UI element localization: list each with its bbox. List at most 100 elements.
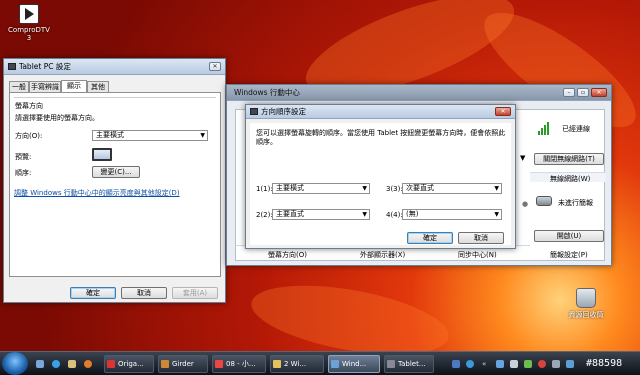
tab-panel: 螢幕方向 請選擇要使用的螢幕方向。 方向(O): 主要橫式 ▼ 預覽: 順序: … — [9, 92, 221, 277]
app-shortcut-icon — [19, 4, 39, 24]
desktop-icon-label: 資源回收筒 — [568, 311, 604, 319]
tray-icon-chevron[interactable]: « — [482, 360, 490, 368]
quick-launch-media-icon[interactable] — [84, 360, 92, 368]
tray-icon-language[interactable] — [452, 360, 460, 368]
taskbar-item-windows-mobility[interactable]: Wind... — [328, 355, 380, 373]
wireless-toggle-button[interactable]: 關閉無線網路(T) — [534, 153, 604, 165]
wireless-label: 無線網路(W) — [550, 175, 591, 183]
taskbar-item-folders[interactable]: 2 Wi... — [270, 355, 324, 373]
slot-4-select[interactable]: (無) ▼ — [402, 209, 502, 220]
taskbar-item-label: 08 - 小... — [226, 360, 256, 368]
taskbar-item-label: Girder — [172, 360, 194, 368]
maximize-icon[interactable]: ▫ — [577, 88, 589, 97]
tray-icon-sync[interactable] — [566, 360, 574, 368]
quick-launch-desktop-icon[interactable] — [36, 360, 44, 368]
tray-icon-volume[interactable] — [510, 360, 518, 368]
chevron-down-icon: ▼ — [494, 211, 499, 218]
tab-display[interactable]: 顯示 — [61, 80, 87, 92]
tablet-pc-icon — [250, 108, 258, 115]
app-icon — [161, 360, 169, 368]
change-order-button[interactable]: 變更(C)... — [92, 166, 140, 178]
minimize-icon[interactable]: – — [563, 88, 575, 97]
description-text: 您可以選擇螢幕旋轉的順序。當您使用 Tablet 按鈕變更螢幕方向時，便會依照此… — [256, 129, 506, 146]
taskbar: Origa... Girder 08 - 小... 2 Wi... Wind..… — [0, 351, 640, 375]
instruction-text: 請選擇要使用的螢幕方向。 — [15, 114, 99, 122]
title-bar[interactable]: Windows 行動中心 – ▫ ✕ — [227, 85, 611, 101]
orientation-select[interactable]: 主要橫式 ▼ — [92, 130, 208, 141]
preview-label: 預覽: — [15, 153, 32, 161]
taskbar-item-label: Tablet... — [398, 360, 426, 368]
partial-icon: ● — [522, 200, 529, 208]
window-title: Windows 行動中心 — [234, 88, 300, 97]
order-settings-dialog: 方向順序設定 ✕ 您可以選擇螢幕旋轉的順序。當您使用 Tablet 按鈕變更螢幕… — [245, 104, 516, 249]
window-title: Tablet PC 設定 — [19, 62, 71, 71]
apply-button[interactable]: 套用(A) — [172, 287, 218, 299]
tray-icon-tablet[interactable] — [552, 360, 560, 368]
slot-3-value: 次要直式 — [406, 184, 434, 192]
app-icon — [387, 360, 395, 368]
recycle-bin-icon — [576, 288, 596, 308]
chevron-down-icon: ▼ — [362, 185, 367, 192]
slot-4-label: 4(4): — [386, 211, 403, 219]
wireless-signal-icon — [538, 121, 552, 135]
slot-2-value: 主要直式 — [276, 210, 304, 218]
close-icon[interactable]: ✕ — [209, 62, 221, 71]
slot-2-select[interactable]: 主要直式 ▼ — [272, 209, 370, 220]
mobility-center-link[interactable]: 調整 Windows 行動中心中的顯示亮度與其他設定(D) — [14, 188, 180, 198]
orientation-label: 方向(O): — [15, 132, 43, 140]
tablet-pc-icon — [8, 63, 16, 70]
partial-dropdown: ▼ — [520, 154, 526, 162]
app-icon — [331, 360, 339, 368]
chevron-down-icon: ▼ — [200, 132, 205, 139]
ok-button[interactable]: 確定 — [70, 287, 116, 299]
slot-2-label: 2(2): — [256, 211, 273, 219]
sync-center-label: 同步中心(N) — [458, 251, 497, 259]
order-label: 順序: — [15, 169, 32, 177]
dialog-title: 方向順序設定 — [261, 107, 306, 116]
tray-icon-app[interactable] — [538, 360, 546, 368]
close-icon[interactable]: ✕ — [591, 88, 607, 97]
taskbar-item-label: 2 Wi... — [284, 360, 307, 368]
quick-launch-mail-icon[interactable] — [68, 360, 76, 368]
close-icon[interactable]: ✕ — [495, 107, 511, 116]
dialog-body: 您可以選擇螢幕旋轉的順序。當您使用 Tablet 按鈕變更螢幕方向時，便會依照此… — [250, 123, 511, 245]
app-icon — [107, 360, 115, 368]
tray-icon-help[interactable] — [466, 360, 474, 368]
cancel-button[interactable]: 取消 — [458, 232, 504, 244]
tablet-settings-window: Tablet PC 設定 ✕ 一般 手寫辨識 顯示 其他 螢幕方向 請選擇要使用… — [3, 58, 226, 303]
taskbar-item-girder[interactable]: Girder — [158, 355, 208, 373]
start-button[interactable] — [2, 352, 28, 375]
tray-icon-power[interactable] — [524, 360, 532, 368]
presentation-toggle-button[interactable]: 開啟(U) — [534, 230, 604, 242]
slot-3-label: 3(3): — [386, 185, 403, 193]
screen-preview-icon — [92, 148, 112, 161]
taskbar-item-tablet[interactable]: Tablet... — [384, 355, 434, 373]
taskbar-item-label: Origa... — [118, 360, 144, 368]
orientation-group: 螢幕方向 請選擇要使用的螢幕方向。 方向(O): 主要橫式 ▼ 預覽: 順序: … — [14, 97, 216, 178]
presentation-status: 未進行簡報 — [558, 199, 593, 207]
ok-button[interactable]: 確定 — [407, 232, 453, 244]
cancel-button[interactable]: 取消 — [121, 287, 167, 299]
desktop-icon-recycle-bin[interactable]: 資源回收筒 — [562, 288, 610, 320]
desktop-icon-label: ComproDTV 3 — [8, 26, 50, 42]
group-title: 螢幕方向 — [15, 102, 43, 110]
slot-3-select[interactable]: 次要直式 ▼ — [402, 183, 502, 194]
watermark: #88598 — [586, 358, 623, 369]
slot-1-select[interactable]: 主要橫式 ▼ — [272, 183, 370, 194]
folder-icon — [273, 360, 281, 368]
tab-other[interactable]: 其他 — [87, 81, 109, 92]
orientation-value: 主要橫式 — [96, 131, 124, 139]
title-bar[interactable]: Tablet PC 設定 ✕ — [4, 59, 225, 75]
tray-icon-network[interactable] — [496, 360, 504, 368]
title-bar[interactable]: 方向順序設定 ✕ — [246, 105, 515, 119]
external-display-label: 外部顯示器(X) — [360, 251, 406, 259]
desktop-icon-comprodtv[interactable]: ComproDTV 3 — [5, 4, 53, 42]
presentation-label: 簡報設定(P) — [550, 251, 588, 259]
taskbar-item-origami[interactable]: Origa... — [104, 355, 154, 373]
chevron-down-icon: ▼ — [362, 211, 367, 218]
taskbar-item-music[interactable]: 08 - 小... — [212, 355, 266, 373]
quick-launch-ie-icon[interactable] — [52, 360, 60, 368]
tab-handwriting[interactable]: 手寫辨識 — [29, 81, 61, 92]
slot-4-value: (無) — [406, 210, 419, 218]
tab-general[interactable]: 一般 — [9, 81, 29, 92]
